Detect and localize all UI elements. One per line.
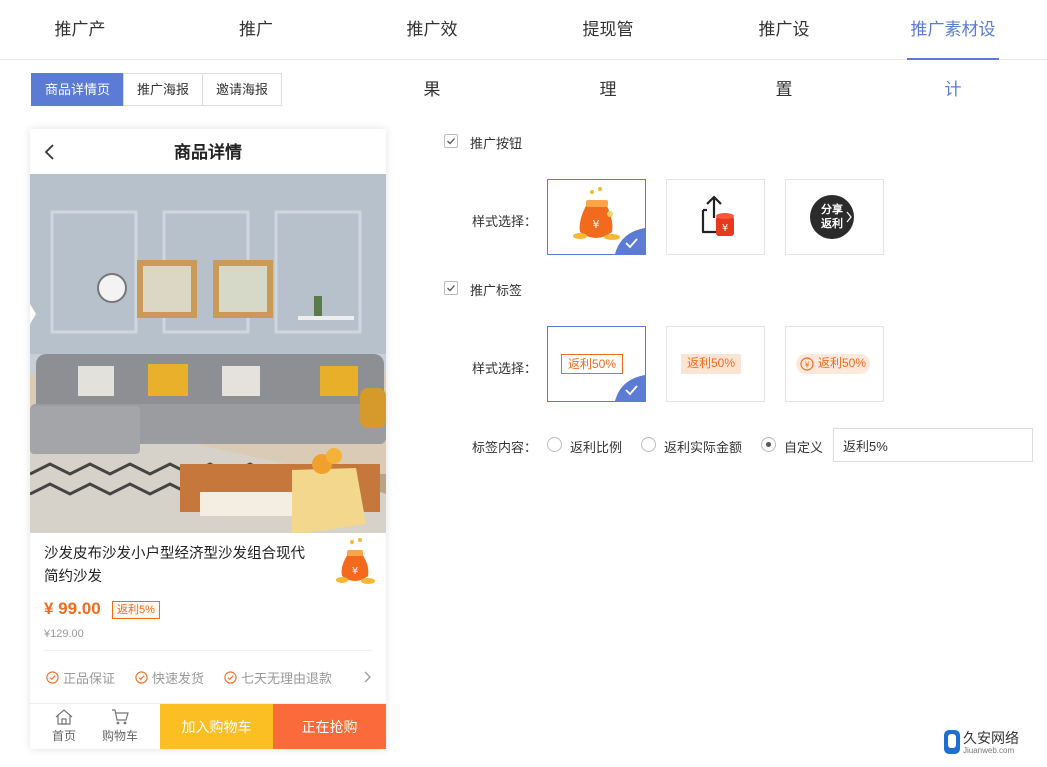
tab-promo-products[interactable]: 推广产品 <box>48 0 112 99</box>
subtab-invite-poster[interactable]: 邀请海报 <box>202 73 283 106</box>
nav-home-label: 首页 <box>51 729 76 743</box>
nav-cart-label: 购物车 <box>101 729 138 743</box>
check-icon <box>447 285 455 292</box>
phone-preview: 商品详情 沙发皮布沙发小户型经济型沙发组合现代简约沙发 ¥ ¥ 99.00 返利… <box>30 129 386 749</box>
page: 推广产品 推广员 推广效果 提现管理 推广设置 推广素材设计 商品详情页 推广海… <box>0 0 1047 767</box>
product-image <box>30 174 386 533</box>
share-upload-icon: ¥ <box>701 195 734 236</box>
money-bag-icon[interactable]: ¥ <box>332 536 378 588</box>
svg-text:¥: ¥ <box>804 361 809 370</box>
guarantee-label: 快速发货 <box>152 670 205 686</box>
radio-custom[interactable] <box>761 437 776 452</box>
tag-style-option-3[interactable]: ¥ 返利50% <box>785 326 884 402</box>
logo-icon <box>944 730 960 754</box>
radio-rebate-ratio[interactable] <box>547 437 562 452</box>
guarantee-label: 正品保证 <box>63 670 116 686</box>
buy-now-button[interactable]: 正在抢购 <box>273 704 386 749</box>
tag-style-option-2[interactable]: 返利50% <box>666 326 765 402</box>
nav-cart[interactable]: 购物车 <box>100 708 140 744</box>
tag-style-preview: 返利50% <box>681 354 742 374</box>
button-style-option-1[interactable]: ¥ <box>547 179 646 255</box>
tag-style-preview: 返利50% <box>561 354 624 374</box>
top-nav: 推广产品 推广员 推广效果 提现管理 推广设置 推广素材设计 <box>0 0 1047 99</box>
nav-home[interactable]: 首页 <box>44 708 84 744</box>
tag-style-option-1[interactable]: 返利50% <box>547 326 646 402</box>
button-style-option-2[interactable]: ¥ <box>666 179 765 255</box>
watermark-logo: 久安网络 Jiuanweb.com <box>943 727 1043 757</box>
subtab-product-detail[interactable]: 商品详情页 <box>31 73 125 106</box>
svg-text:¥: ¥ <box>593 218 600 231</box>
guarantee-item: 快速发货 <box>135 668 204 687</box>
tag-style-text: 返利50% <box>818 356 867 370</box>
selected-check-icon <box>615 228 645 254</box>
yuan-coin-icon: ¥ <box>800 357 814 371</box>
check-circle-icon <box>224 670 237 684</box>
cart-icon <box>112 709 129 725</box>
product-name: 沙发皮布沙发小户型经济型沙发组合现代简约沙发 <box>44 546 305 585</box>
svg-text:分享: 分享 <box>821 202 843 216</box>
divider <box>44 650 372 651</box>
svg-text:¥: ¥ <box>352 566 358 577</box>
promo-button-checkbox[interactable] <box>444 134 458 148</box>
subtab-promo-poster[interactable]: 推广海报 <box>123 73 204 106</box>
radio-custom-label[interactable]: 自定义 <box>784 437 823 456</box>
tag-style-preview: ¥ 返利50% <box>796 354 871 374</box>
product-price: ¥ 99.00 <box>44 599 101 618</box>
tab-promo-material-design[interactable]: 推广素材设计 <box>907 0 999 99</box>
preview-title: 商品详情 <box>174 143 242 162</box>
guarantee-item: 七天无理由退款 <box>224 668 332 687</box>
home-icon <box>55 709 73 725</box>
guarantee-row[interactable]: 正品保证 快速发货 七天无理由退款 <box>46 668 372 686</box>
tab-promo-settings[interactable]: 推广设置 <box>752 0 816 99</box>
custom-tag-input[interactable] <box>833 428 1033 462</box>
radio-rebate-amount[interactable] <box>641 437 656 452</box>
svg-text:¥: ¥ <box>722 223 728 234</box>
selected-check-icon <box>615 375 645 401</box>
add-to-cart-button[interactable]: 加入购物车 <box>160 704 273 749</box>
tag-content-label: 标签内容： <box>472 440 538 455</box>
radio-rebate-ratio-label[interactable]: 返利比例 <box>570 437 622 456</box>
promo-button-label: 推广按钮 <box>470 136 523 151</box>
preview-header: 商品详情 <box>30 129 386 174</box>
share-rebate-circle-icon: 分享 返利 <box>810 195 854 239</box>
promo-tag-checkbox[interactable] <box>444 281 458 295</box>
radio-rebate-amount-label[interactable]: 返利实际金额 <box>664 437 742 456</box>
guarantee-label: 七天无理由退款 <box>241 670 333 686</box>
check-circle-icon <box>135 670 148 684</box>
button-style-option-3[interactable]: 分享 返利 <box>785 179 884 255</box>
rebate-tag: 返利5% <box>112 601 160 619</box>
guarantee-item: 正品保证 <box>46 668 115 687</box>
original-price: ¥129.00 <box>44 628 84 640</box>
watermark-title: 久安网络 <box>963 730 1019 746</box>
tab-withdraw[interactable]: 提现管理 <box>576 0 640 99</box>
watermark-sub: Jiuanweb.com <box>963 746 1015 755</box>
button-style-label: 样式选择： <box>472 214 538 229</box>
check-circle-icon <box>46 670 59 684</box>
chevron-right-icon[interactable] <box>362 670 372 684</box>
tab-promo-effect[interactable]: 推广效果 <box>400 0 464 99</box>
check-icon <box>447 138 455 145</box>
sub-tabs: 商品详情页 推广海报 邀请海报 <box>31 73 283 106</box>
tab-promoters[interactable]: 推广员 <box>232 0 280 99</box>
preview-bottom-bar: 首页 购物车 加入购物车 正在抢购 <box>30 703 386 749</box>
tag-style-label: 样式选择： <box>472 361 538 376</box>
promo-tag-label: 推广标签 <box>470 283 523 298</box>
svg-text:返利: 返利 <box>821 216 843 230</box>
